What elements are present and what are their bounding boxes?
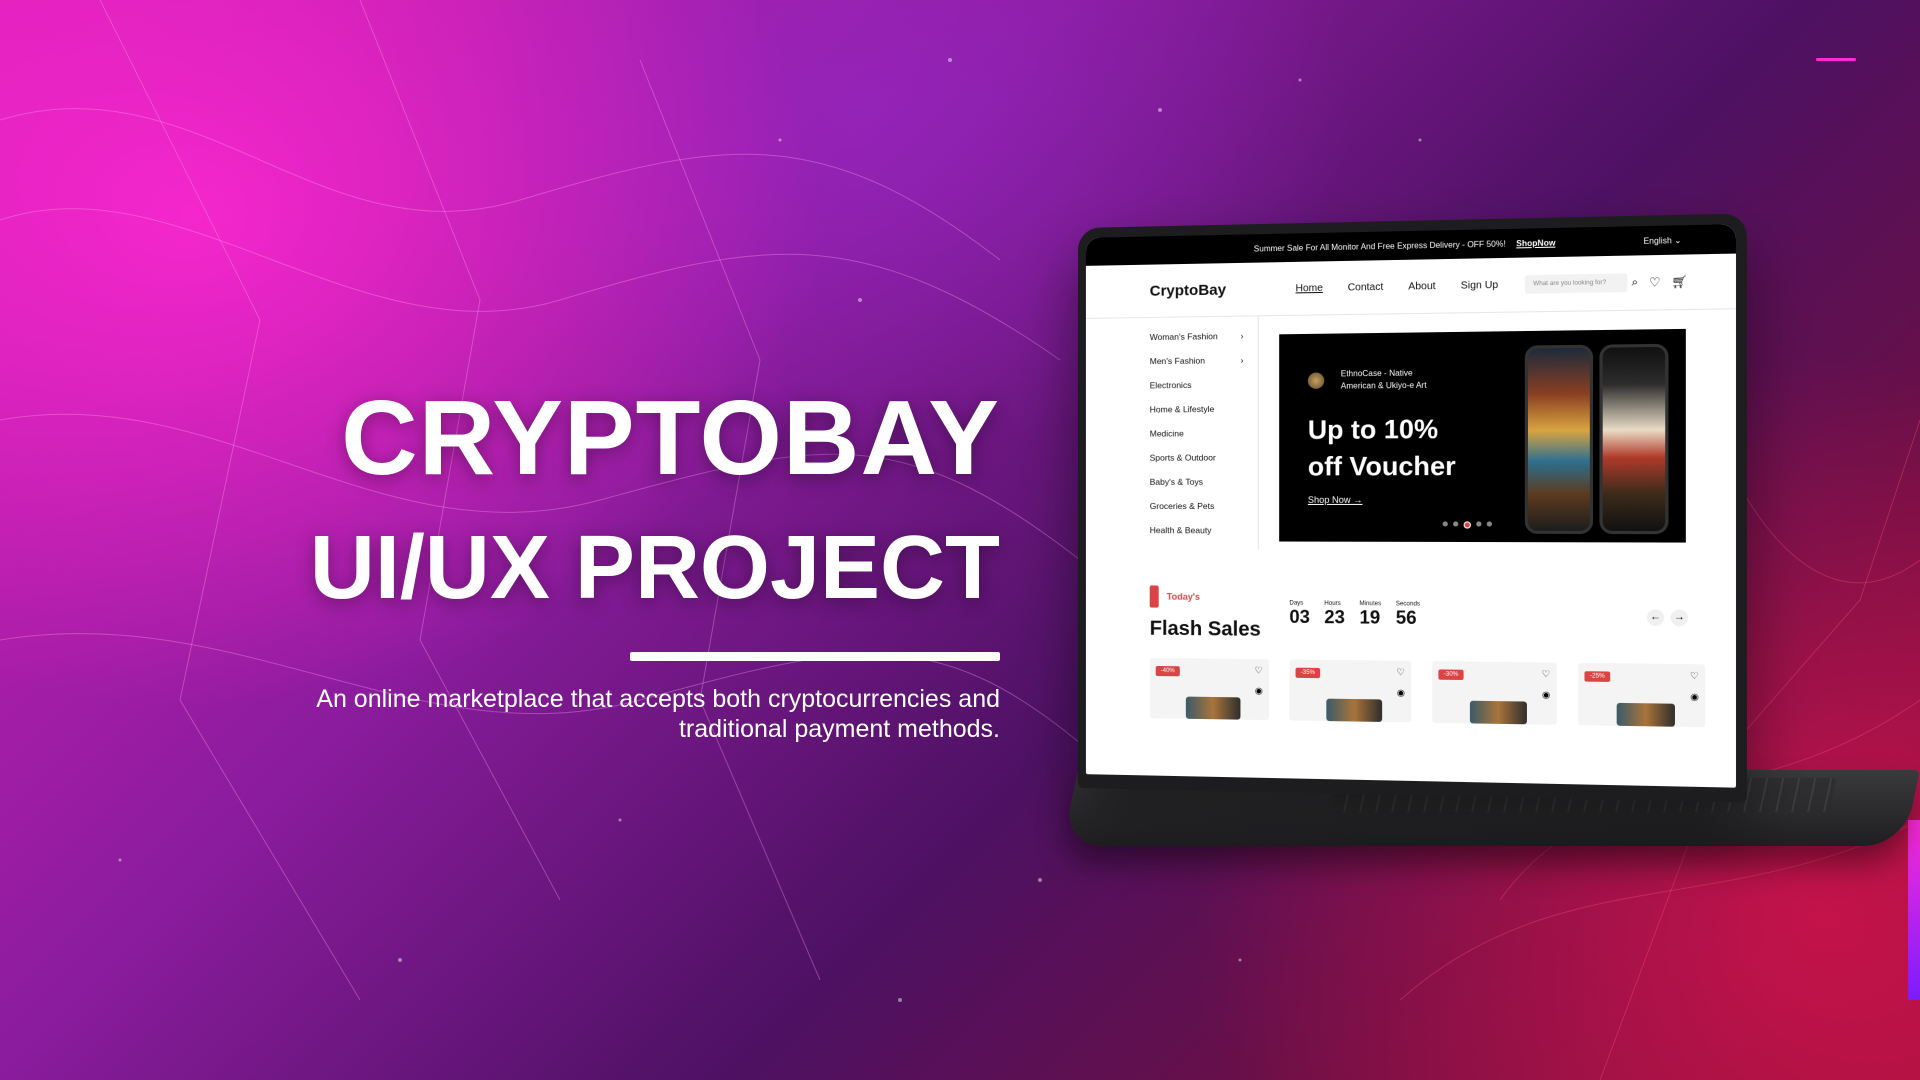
language-label: English: [1643, 235, 1672, 246]
countdown-cell: Days 03: [1289, 601, 1310, 629]
category-label: Men's Fashion: [1149, 355, 1206, 367]
product-image: [1185, 696, 1241, 720]
carousel-dot[interactable]: [1442, 521, 1448, 527]
heart-icon[interactable]: ♡: [1397, 667, 1405, 678]
nav-signup[interactable]: Sign Up: [1461, 279, 1498, 291]
heart-icon[interactable]: ♡: [1690, 670, 1699, 682]
accent-line: [1816, 58, 1856, 61]
countdown-timer: Days 03 Hours 23 Minutes 19 Seconds 56: [1289, 601, 1420, 630]
product-card[interactable]: -40% ♡ ◉: [1149, 657, 1269, 721]
nav-contact[interactable]: Contact: [1348, 281, 1384, 293]
category-label: Sports & Outdoor: [1149, 452, 1216, 463]
eye-icon[interactable]: ◉: [1255, 685, 1263, 696]
countdown-cell: Seconds 56: [1396, 601, 1420, 629]
heart-icon[interactable]: ♡: [1255, 665, 1263, 676]
product-card[interactable]: -25% ♡ ◉: [1578, 662, 1706, 728]
product-image: [1469, 700, 1527, 725]
heart-icon[interactable]: ♡: [1649, 275, 1661, 290]
promo-text: Summer Sale For All Monitor And Free Exp…: [1253, 238, 1506, 254]
hero-banner[interactable]: EthnoCase - Native American & Ukiyo-e Ar…: [1279, 328, 1686, 543]
banner-shop-now-button[interactable]: Shop Now →: [1308, 495, 1363, 505]
category-label: Electronics: [1149, 379, 1192, 391]
language-select[interactable]: English ⌄: [1643, 235, 1681, 245]
flash-sales-section: Today's Flash Sales Days 03 Hours 23 Minutes…: [1086, 549, 1736, 728]
hero-title: CRYPTOBAY UI/UX PROJECT: [310, 378, 1000, 638]
phone-case-image: [1524, 344, 1594, 535]
discount-badge: -30%: [1438, 669, 1464, 681]
product-image: [1326, 698, 1383, 722]
banner-brand: EthnoCase - Native American & Ukiyo-e Ar…: [1340, 368, 1427, 391]
product-cards: -40% ♡ ◉ -35% ♡ ◉ -30% ♡ ◉ -25% ♡ ◉: [1149, 657, 1706, 728]
eye-icon[interactable]: ◉: [1690, 691, 1699, 703]
countdown-value: 03: [1289, 606, 1310, 628]
section-marker: [1149, 585, 1159, 608]
arrow-right-icon: →: [1353, 494, 1363, 505]
hero-description: An online marketplace that accepts both …: [316, 685, 1000, 743]
carousel-dot[interactable]: [1476, 521, 1482, 527]
nav-about[interactable]: About: [1408, 280, 1435, 292]
banner-cta-label: Shop Now: [1307, 494, 1351, 505]
arrow-right-icon[interactable]: →: [1670, 609, 1689, 627]
countdown-value: 19: [1359, 607, 1381, 628]
carousel-dot-active[interactable]: [1463, 521, 1471, 529]
countdown-cell: Hours 23: [1324, 601, 1345, 629]
category-label: Health & Beauty: [1149, 525, 1212, 536]
search-input[interactable]: What are you looking for?: [1524, 273, 1628, 294]
banner-headline-2: off Voucher: [1307, 450, 1456, 482]
product-image: [1616, 702, 1675, 727]
category-label: Groceries & Pets: [1149, 500, 1215, 512]
discount-badge: -40%: [1155, 665, 1180, 677]
category-label: Woman's Fashion: [1149, 331, 1218, 343]
search-icon[interactable]: ⌕: [1632, 276, 1639, 290]
category-item[interactable]: Health & Beauty: [1150, 525, 1258, 549]
website-screen: Summer Sale For All Monitor And Free Exp…: [1085, 224, 1737, 788]
promo-shop-now-link[interactable]: ShopNow: [1516, 238, 1555, 248]
heart-icon[interactable]: ♡: [1542, 669, 1551, 681]
countdown-value: 23: [1324, 606, 1345, 628]
countdown-value: 56: [1395, 607, 1417, 629]
site-logo[interactable]: CryptoBay: [1150, 280, 1292, 299]
hero-title-line1: CRYPTOBAY: [341, 379, 1000, 497]
category-label: Medicine: [1149, 428, 1184, 439]
category-item[interactable]: Woman's Fashion ›: [1150, 331, 1258, 357]
today-label: Today's: [1166, 591, 1200, 602]
eye-icon[interactable]: ◉: [1397, 687, 1405, 698]
phone-case-image: [1599, 343, 1669, 535]
category-item[interactable]: Groceries & Pets: [1150, 501, 1258, 525]
title-divider: [630, 652, 1000, 661]
chevron-right-icon: ›: [1240, 330, 1244, 341]
category-item[interactable]: Medicine: [1150, 428, 1258, 453]
carousel-dot[interactable]: [1486, 521, 1493, 527]
category-sidebar: Woman's Fashion › Men's Fashion › Electronic…: [1085, 316, 1259, 550]
flash-sales-title: Flash Sales: [1149, 617, 1261, 641]
carousel-dot[interactable]: [1453, 521, 1459, 527]
category-label: Baby's & Toys: [1149, 476, 1203, 487]
category-item[interactable]: Home & Lifestyle: [1150, 404, 1258, 429]
product-card[interactable]: -35% ♡ ◉: [1289, 659, 1412, 723]
cart-icon[interactable]: 🛒︎: [1671, 274, 1688, 289]
chevron-right-icon: ›: [1240, 355, 1244, 366]
edge-accent-bar: [1908, 820, 1920, 1000]
eye-icon[interactable]: ◉: [1542, 689, 1550, 701]
banner-headline: Up to 10% off Voucher: [1308, 410, 1456, 484]
laptop-screen-frame: Summer Sale For All Monitor And Free Exp…: [1078, 213, 1747, 803]
banner-headline-1: Up to 10%: [1307, 413, 1439, 445]
nav-home[interactable]: Home: [1296, 282, 1323, 294]
chevron-down-icon: ⌄: [1674, 235, 1682, 245]
hero-title-line2: UI/UX PROJECT: [309, 518, 1000, 618]
countdown-cell: Minutes 19: [1359, 601, 1381, 629]
product-card[interactable]: -30% ♡ ◉: [1432, 661, 1557, 725]
arrow-left-icon[interactable]: ←: [1646, 609, 1665, 627]
discount-badge: -25%: [1584, 671, 1611, 682]
laptop-mockup: Summer Sale For All Monitor And Free Exp…: [1078, 213, 1747, 803]
category-item[interactable]: Electronics: [1150, 379, 1258, 404]
category-item[interactable]: Sports & Outdoor: [1150, 452, 1258, 477]
category-label: Home & Lifestyle: [1149, 403, 1215, 415]
carousel-dots[interactable]: [1442, 521, 1493, 529]
brand-logo-icon: [1307, 372, 1325, 389]
category-item[interactable]: Men's Fashion ›: [1150, 355, 1258, 380]
category-item[interactable]: Baby's & Toys: [1150, 477, 1258, 501]
discount-badge: -35%: [1295, 667, 1321, 679]
